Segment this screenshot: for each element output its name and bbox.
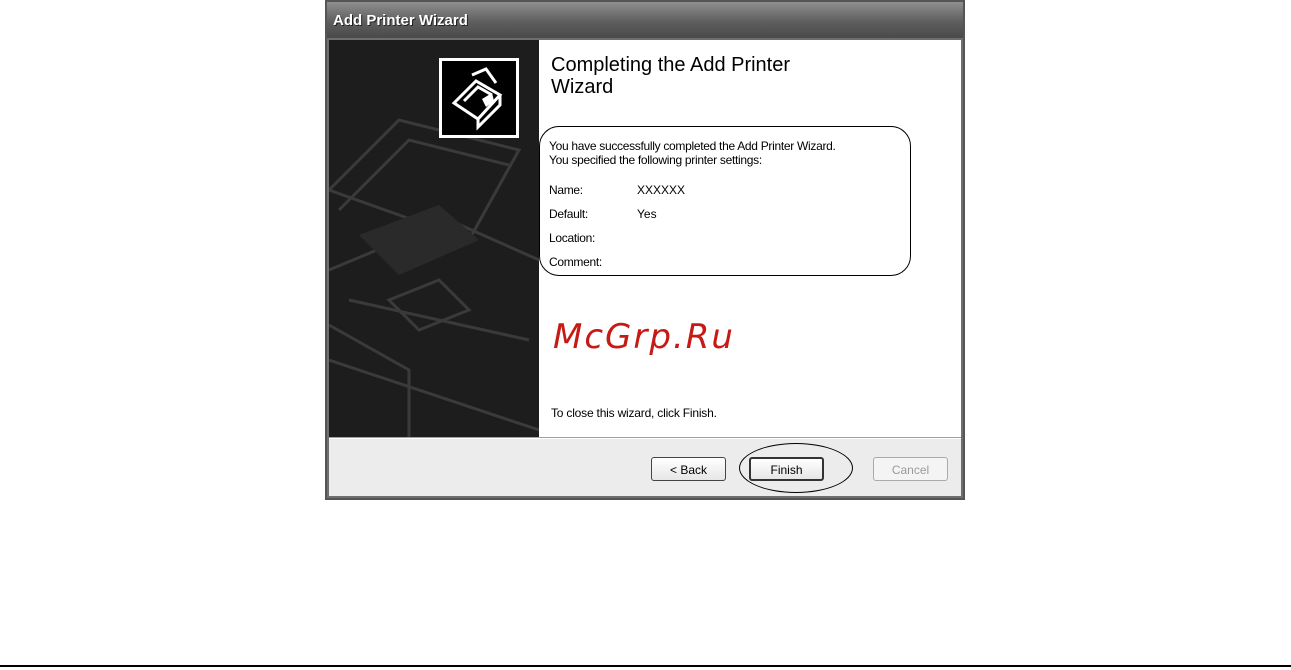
window-title: Add Printer Wizard — [333, 12, 468, 29]
closing-instruction: To close this wizard, click Finish. — [551, 406, 717, 420]
page-title: Completing the Add Printer Wizard — [551, 54, 891, 98]
printer-icon — [439, 58, 519, 138]
back-button[interactable]: < Back — [651, 457, 726, 481]
settings-summary: You have successfully completed the Add … — [539, 126, 911, 276]
page-title-line2: Wizard — [551, 76, 614, 98]
watermark: McGrp.Ru — [553, 317, 735, 357]
button-bar: < Back Finish Cancel — [329, 439, 961, 496]
wizard-content: Completing the Add Printer Wizard You ha… — [539, 40, 961, 437]
cancel-button[interactable]: Cancel — [873, 457, 948, 481]
location-label: Location: — [549, 231, 596, 245]
default-label: Default: — [549, 207, 588, 221]
comment-label: Comment: — [549, 255, 602, 269]
title-bar[interactable]: Add Printer Wizard — [327, 2, 963, 38]
page-title-line1: Completing the Add Printer — [551, 54, 791, 76]
intro-line-2: You specified the following printer sett… — [549, 153, 762, 167]
add-printer-wizard-window: Add Printer Wizard Completing the Add Pr… — [325, 0, 965, 500]
default-value: Yes — [637, 207, 657, 221]
intro-line-1: You have successfully completed the Add … — [549, 139, 836, 153]
name-label: Name: — [549, 183, 583, 197]
finish-button[interactable]: Finish — [749, 457, 824, 481]
wizard-sidebar — [329, 40, 539, 437]
name-value: XXXXXX — [637, 183, 686, 197]
page-bottom-rule — [0, 665, 1291, 667]
wizard-body: Completing the Add Printer Wizard You ha… — [329, 40, 961, 496]
